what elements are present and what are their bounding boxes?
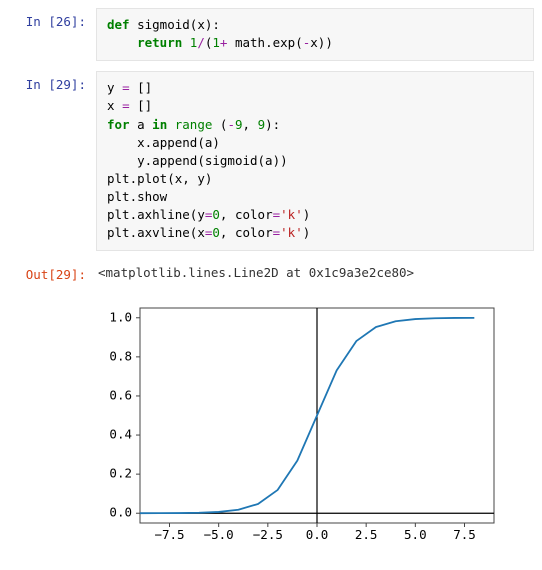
output-cell-29: Out[29]: <matplotlib.lines.Line2D at 0x1…	[8, 261, 534, 288]
x-tick-label: 0.0	[306, 527, 329, 542]
y-tick-label: 0.4	[109, 427, 132, 442]
x-tick-label: −5.0	[204, 527, 234, 542]
input-prompt: In [26]:	[8, 8, 96, 61]
y-tick-label: 0.2	[109, 466, 132, 481]
input-prompt: In [29]:	[8, 71, 96, 251]
x-tick-label: −7.5	[154, 527, 184, 542]
code-input[interactable]: def sigmoid(x): return 1/(1+ math.exp(-x…	[96, 8, 534, 61]
x-tick-label: 7.5	[453, 527, 476, 542]
x-tick-label: −2.5	[253, 527, 283, 542]
y-tick-label: 1.0	[109, 310, 132, 325]
output-chart: 0.0 0.2 0.4 0.6 0.8 1.0 −7.5 −5.0 −2.5 0.0 2.5 5.0 7…	[96, 298, 534, 557]
code-cell-29: In [29]: y = [] x = [] for a in range (-…	[8, 71, 534, 251]
x-tick-label: 5.0	[404, 527, 427, 542]
output-prompt: Out[29]:	[8, 261, 96, 288]
y-tick-label: 0.8	[109, 349, 132, 364]
x-tick-label: 2.5	[355, 527, 378, 542]
code-cell-26: In [26]: def sigmoid(x): return 1/(1+ ma…	[8, 8, 534, 61]
output-text: <matplotlib.lines.Line2D at 0x1c9a3e2ce8…	[96, 261, 534, 288]
sigmoid-line-chart: 0.0 0.2 0.4 0.6 0.8 1.0 −7.5 −5.0 −2.5 0.0 2.5 5.0 7…	[98, 298, 506, 553]
y-tick-label: 0.6	[109, 388, 132, 403]
code-input[interactable]: y = [] x = [] for a in range (-9, 9): x.…	[96, 71, 534, 251]
y-tick-label: 0.0	[109, 505, 132, 520]
